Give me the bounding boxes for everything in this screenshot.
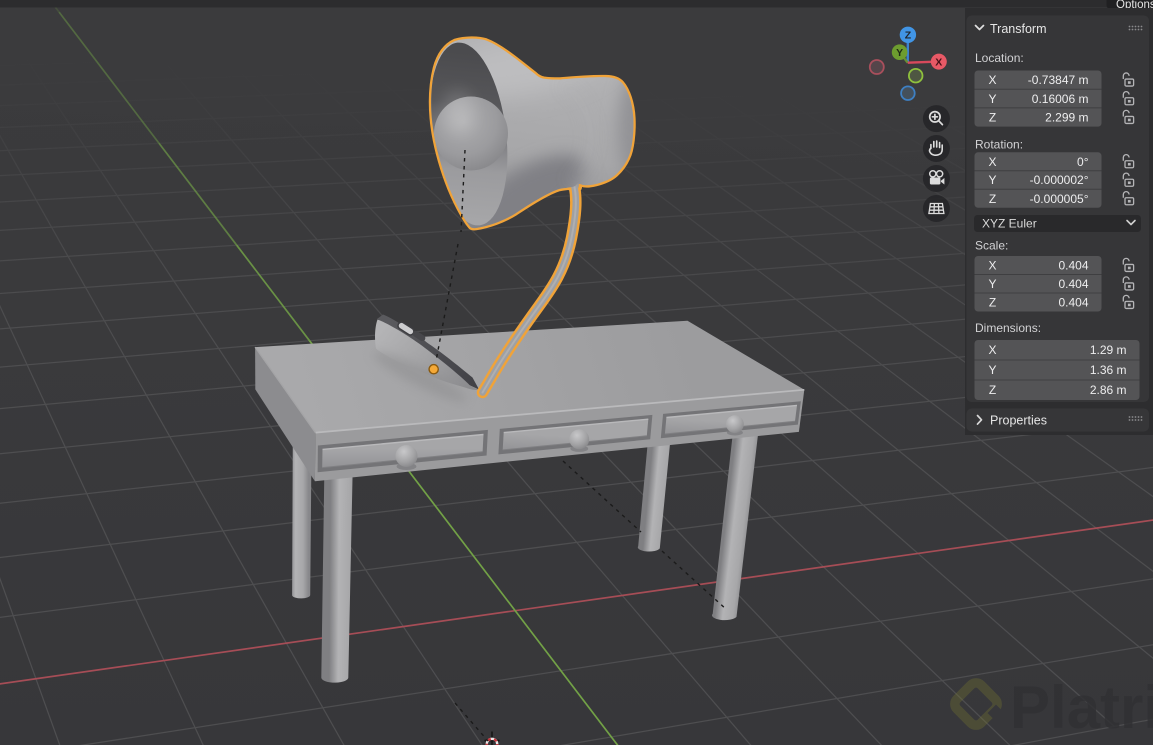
svg-text:Transform: Transform [990, 22, 1047, 36]
svg-text:Z: Z [905, 30, 912, 42]
svg-text:2.299 m: 2.299 m [1045, 111, 1088, 125]
svg-text:Scale:: Scale: [975, 239, 1008, 253]
svg-text:X: X [988, 73, 996, 87]
svg-text:0.16006 m: 0.16006 m [1032, 92, 1089, 106]
svg-text:Y: Y [896, 47, 903, 59]
svg-text:-0.73847 m: -0.73847 m [1028, 73, 1089, 87]
svg-text:Y: Y [988, 173, 996, 187]
svg-text:X: X [988, 343, 996, 357]
svg-text:Y: Y [988, 277, 996, 291]
svg-text:0.404: 0.404 [1058, 277, 1088, 291]
svg-text:Rotation:: Rotation: [975, 138, 1023, 152]
svg-text:1.29 m: 1.29 m [1090, 343, 1127, 357]
svg-text:XYZ Euler: XYZ Euler [982, 217, 1037, 231]
svg-text:Y: Y [988, 92, 996, 106]
svg-text:0.404: 0.404 [1058, 258, 1088, 272]
svg-text:Location:: Location: [975, 51, 1024, 65]
svg-text:Z: Z [989, 192, 996, 206]
svg-text:0.404: 0.404 [1058, 295, 1088, 309]
svg-text:Y: Y [988, 363, 996, 377]
svg-text:-0.000002°: -0.000002° [1030, 173, 1089, 187]
svg-text:Dimensions:: Dimensions: [975, 321, 1041, 335]
svg-text:0°: 0° [1077, 155, 1089, 169]
svg-text:X: X [935, 56, 942, 68]
svg-text:Z: Z [989, 383, 996, 397]
svg-text:X: X [988, 258, 996, 272]
svg-text:Z: Z [989, 295, 996, 309]
svg-text:2.86 m: 2.86 m [1090, 383, 1127, 397]
svg-text:X: X [988, 155, 996, 169]
svg-text:Platri: Platri [1010, 674, 1153, 741]
svg-text:Properties: Properties [990, 414, 1047, 428]
svg-text:Z: Z [989, 111, 996, 125]
svg-text:1.36 m: 1.36 m [1090, 363, 1127, 377]
svg-text:-0.000005°: -0.000005° [1030, 192, 1089, 206]
